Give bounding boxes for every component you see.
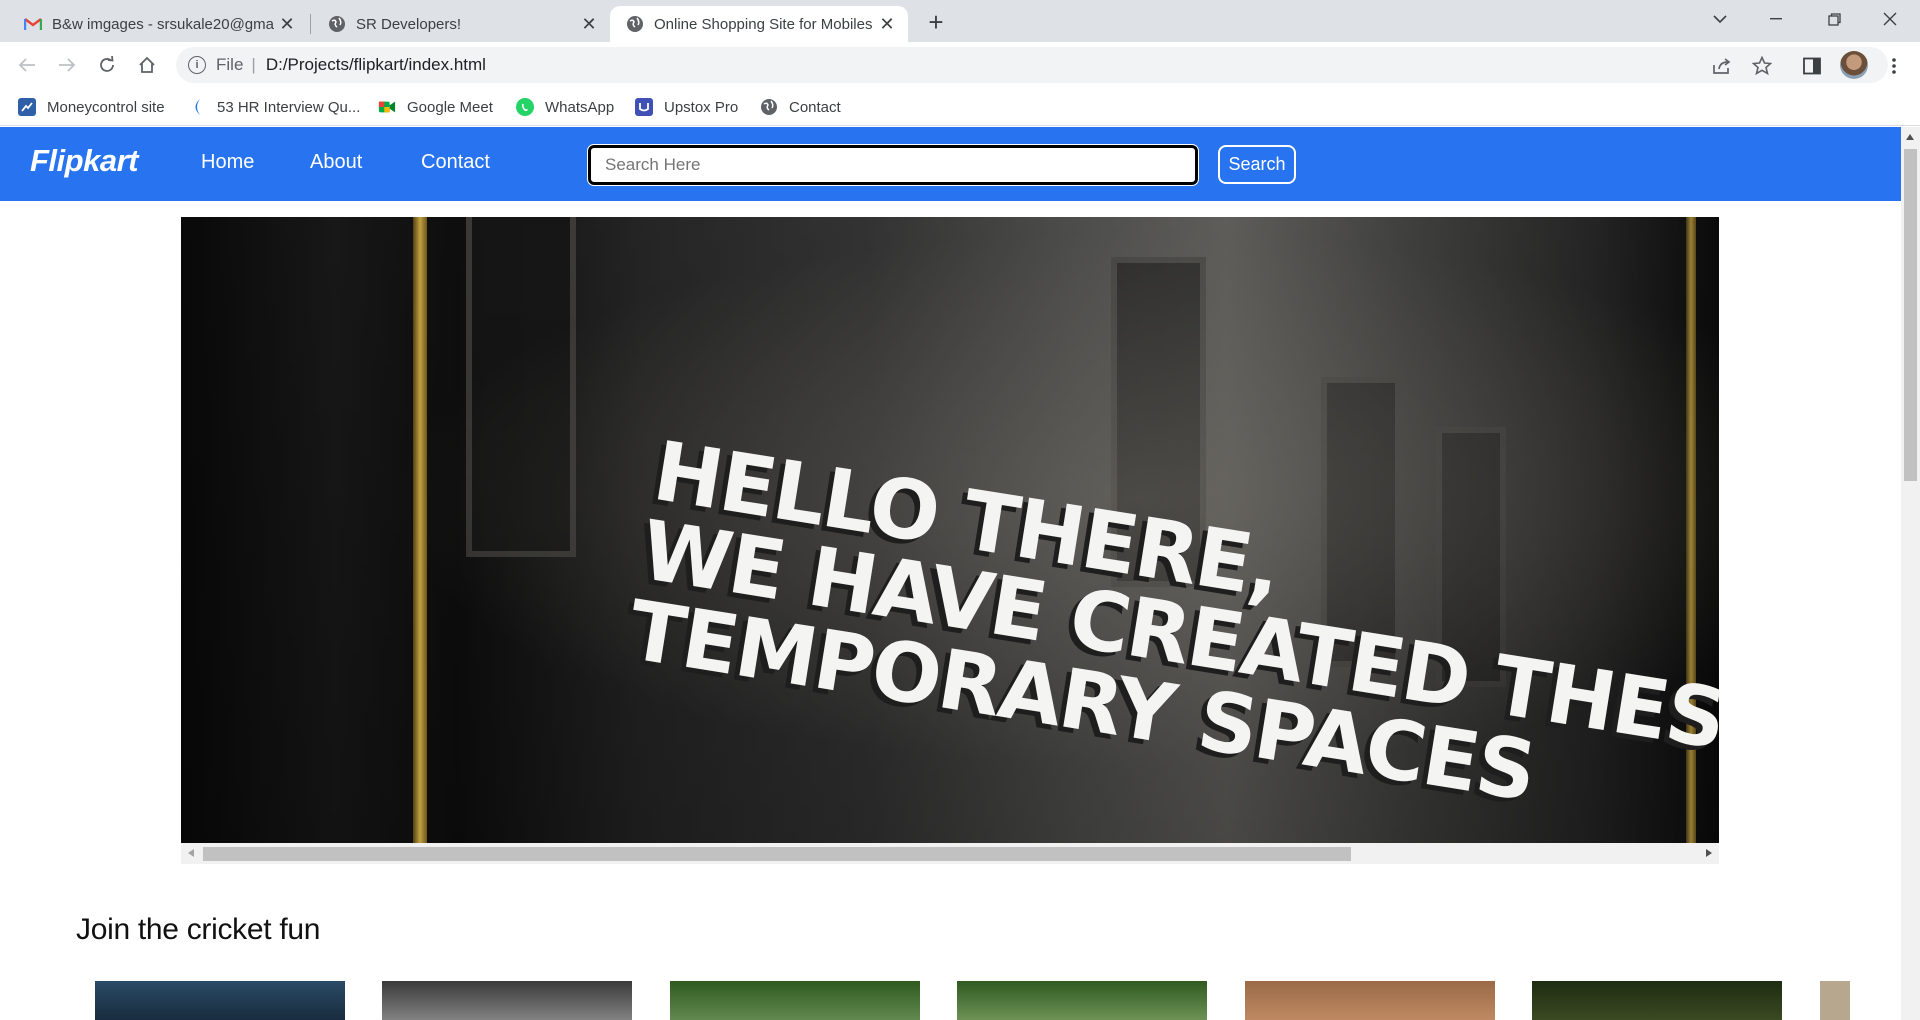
forward-button[interactable] [52, 50, 82, 80]
tab-title: B&w imgages - srsukale20@gma [52, 15, 274, 33]
nav-link-contact[interactable]: Contact [421, 151, 490, 174]
browser-tab-active[interactable]: Online Shopping Site for Mobiles ✕ [610, 6, 908, 42]
google-meet-icon [378, 98, 396, 116]
bookmark-label: Contact [789, 98, 841, 116]
product-card-image[interactable] [95, 981, 345, 1020]
scrollbar-thumb[interactable] [203, 847, 1351, 861]
hero-carousel: HELLO THERE, WE HAVE CREATED THESE TEMPO… [181, 217, 1719, 864]
bookmark-star-icon[interactable] [1750, 54, 1774, 78]
restore-window-button[interactable] [1806, 0, 1862, 38]
decorative-gold-bar [413, 217, 427, 843]
profile-avatar[interactable] [1840, 51, 1868, 79]
scroll-up-arrow-icon[interactable] [1906, 134, 1914, 140]
scroll-right-arrow-icon[interactable] [1706, 849, 1712, 857]
site-navbar: Flipkart Home About Contact Search [0, 127, 1901, 201]
url-scheme: File [216, 55, 244, 74]
close-tab-icon[interactable]: ✕ [580, 14, 598, 34]
side-panel-icon[interactable] [1800, 54, 1824, 78]
hero-image: HELLO THERE, WE HAVE CREATED THESE TEMPO… [181, 217, 1719, 843]
gmail-icon [24, 15, 42, 33]
product-card-image[interactable] [1820, 981, 1850, 1020]
carousel-horizontal-scrollbar[interactable] [181, 843, 1719, 864]
page-viewport: Flipkart Home About Contact Search HELLO… [0, 127, 1901, 1020]
page-vertical-scrollbar[interactable] [1901, 127, 1920, 1020]
bookmark-label: Moneycontrol site [47, 98, 165, 116]
close-tab-icon[interactable]: ✕ [278, 14, 296, 34]
product-card-image[interactable] [957, 981, 1207, 1020]
product-card-image[interactable] [1245, 981, 1495, 1020]
crescent-icon [188, 98, 206, 116]
scroll-left-arrow-icon[interactable] [188, 849, 194, 857]
share-icon[interactable] [1710, 54, 1734, 78]
product-card-image[interactable] [670, 981, 920, 1020]
upstox-icon [635, 98, 653, 116]
tab-title: Online Shopping Site for Mobiles [654, 15, 873, 33]
globe-icon [626, 15, 644, 33]
url-text: D:/Projects/flipkart/index.html [265, 55, 486, 74]
close-tab-icon[interactable]: ✕ [878, 14, 896, 34]
bookmark-label: WhatsApp [545, 98, 615, 116]
globe-icon [760, 98, 778, 116]
nav-link-about[interactable]: About [310, 151, 362, 174]
bookmark-label: 53 HR Interview Qu... [217, 98, 361, 116]
bookmark-whatsapp[interactable]: WhatsApp [516, 96, 614, 118]
browser-toolbar: i File | D:/Projects/flipkart/index.html [0, 42, 1920, 88]
browser-tab-strip: B&w imgages - srsukale20@gma ✕ SR Develo… [0, 0, 1920, 42]
product-card-image[interactable] [382, 981, 632, 1020]
browser-tab-sr-developers[interactable]: SR Developers! ✕ [312, 6, 610, 42]
address-bar[interactable]: i File | D:/Projects/flipkart/index.html [176, 47, 1888, 83]
bookmark-hr-interview[interactable]: 53 HR Interview Qu... [188, 96, 360, 118]
url-separator: | [251, 55, 256, 74]
browser-tab-gmail[interactable]: B&w imgages - srsukale20@gma ✕ [8, 6, 308, 42]
bookmark-label: Upstox Pro [664, 98, 739, 116]
bookmark-upstox[interactable]: Upstox Pro [635, 96, 738, 118]
tab-divider [310, 14, 311, 34]
tab-title: SR Developers! [356, 15, 462, 33]
home-button[interactable] [132, 50, 162, 80]
new-tab-button[interactable]: + [922, 7, 950, 37]
minimize-window-button[interactable] [1748, 0, 1804, 38]
bookmark-label: Google Meet [407, 98, 493, 116]
site-info-icon[interactable]: i [188, 56, 206, 74]
whatsapp-icon [516, 98, 534, 116]
brand-logo[interactable]: Flipkart [30, 143, 138, 179]
close-window-button[interactable] [1862, 0, 1918, 38]
bookmark-contact[interactable]: Contact [760, 96, 841, 118]
reload-button[interactable] [92, 50, 122, 80]
search-input[interactable] [587, 144, 1199, 186]
bookmarks-bar: Moneycontrol site 53 HR Interview Qu... … [0, 88, 1920, 126]
scrollbar-thumb[interactable] [1904, 149, 1917, 481]
section-title: Join the cricket fun [76, 913, 321, 946]
product-card-image[interactable] [1532, 981, 1782, 1020]
moneycontrol-icon [18, 98, 36, 116]
nav-link-home[interactable]: Home [201, 151, 254, 174]
search-button[interactable]: Search [1218, 145, 1296, 184]
bookmark-moneycontrol[interactable]: Moneycontrol site [18, 96, 165, 118]
back-button[interactable] [12, 50, 42, 80]
tab-search-chevron-icon[interactable] [1692, 0, 1748, 38]
menu-kebab-icon[interactable] [1882, 54, 1906, 78]
bookmark-google-meet[interactable]: Google Meet [378, 96, 493, 118]
globe-icon [328, 15, 346, 33]
